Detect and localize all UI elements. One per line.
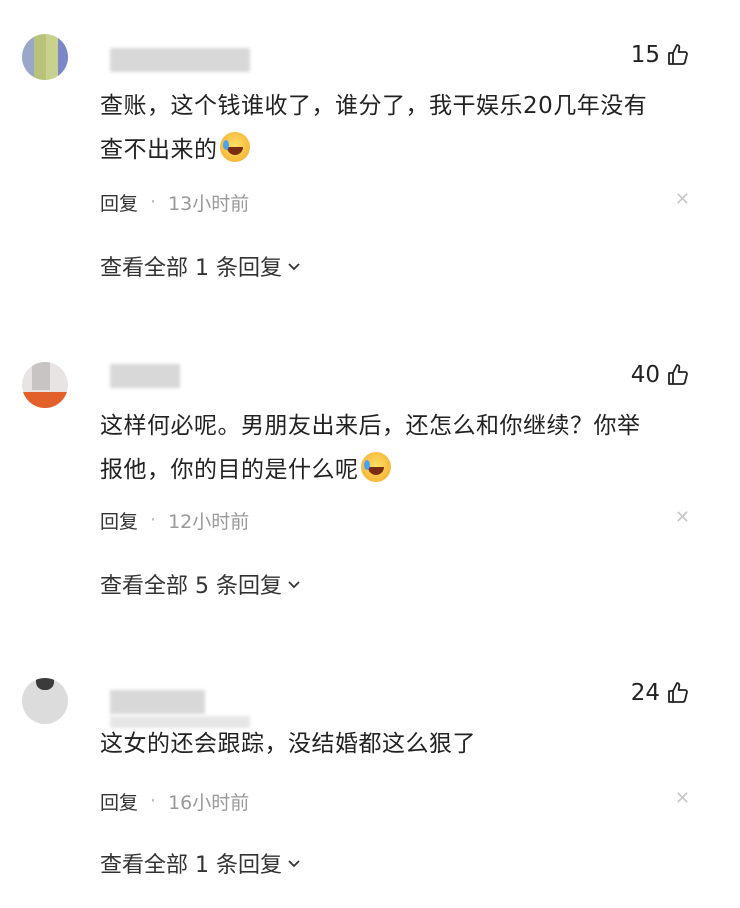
comment-line: 这样何必呢。男朋友出来后，还怎么和你继续？你举 xyxy=(100,413,641,439)
laughing-crying-emoji-icon xyxy=(360,452,391,482)
like-button[interactable]: 24 xyxy=(631,678,690,708)
username-redacted[interactable] xyxy=(110,48,250,72)
comment-meta: 回复 · 12小时前 ✕ xyxy=(100,505,690,535)
view-all-label: 查看全部 1 条回复 xyxy=(100,256,282,281)
like-count: 40 xyxy=(630,362,660,388)
view-all-label: 查看全部 1 条回复 xyxy=(100,853,282,878)
close-icon[interactable]: ✕ xyxy=(675,788,690,809)
comment-text: 这样何必呢。男朋友出来后，还怎么和你继续？你举 报他，你的目的是什么呢 xyxy=(100,404,700,492)
reply-button[interactable]: 回复 xyxy=(100,189,138,216)
thumbs-up-icon xyxy=(668,682,688,703)
username-redacted[interactable] xyxy=(110,690,205,714)
chevron-down-icon xyxy=(288,263,300,271)
comment-text: 查账，这个钱谁收了，谁分了，我干娱乐20几年没有 查不出来的 xyxy=(100,84,700,172)
like-count: 24 xyxy=(630,680,660,706)
meta-separator: · xyxy=(150,509,157,531)
comment-line: 这女的还会跟踪，没结婚都这么狠了 xyxy=(100,731,476,757)
timestamp: 16小时前 xyxy=(168,791,250,814)
chevron-down-icon xyxy=(288,860,300,868)
timestamp: 13小时前 xyxy=(168,192,250,215)
meta-separator: · xyxy=(150,790,157,812)
comment-text: 这女的还会跟踪，没结婚都这么狠了 xyxy=(100,722,700,766)
meta-separator: · xyxy=(150,191,157,213)
comment-line-last: 报他，你的目的是什么呢 xyxy=(100,448,700,492)
username-redacted[interactable] xyxy=(110,364,180,388)
view-all-replies-button[interactable]: 查看全部 1 条回复 xyxy=(100,249,302,283)
thumbs-up-icon xyxy=(668,364,688,385)
view-all-replies-button[interactable]: 查看全部 5 条回复 xyxy=(100,567,302,601)
like-count: 15 xyxy=(630,42,660,68)
comment-meta: 回复 · 16小时前 ✕ xyxy=(100,786,690,816)
comment-meta: 回复 · 13小时前 ✕ xyxy=(100,187,690,217)
reply-button[interactable]: 回复 xyxy=(100,788,138,815)
laughing-crying-emoji-icon xyxy=(219,132,250,162)
avatar[interactable] xyxy=(22,362,68,408)
like-button[interactable]: 40 xyxy=(631,360,690,390)
avatar[interactable] xyxy=(22,678,68,724)
comment-line-last: 查不出来的 xyxy=(100,128,700,172)
thumbs-up-icon xyxy=(668,44,688,65)
like-button[interactable]: 15 xyxy=(631,40,690,70)
chevron-down-icon xyxy=(288,581,300,589)
close-icon[interactable]: ✕ xyxy=(675,189,690,210)
view-all-replies-button[interactable]: 查看全部 1 条回复 xyxy=(100,846,302,880)
timestamp: 12小时前 xyxy=(168,510,250,533)
avatar[interactable] xyxy=(22,34,68,80)
close-icon[interactable]: ✕ xyxy=(675,507,690,528)
reply-button[interactable]: 回复 xyxy=(100,507,138,534)
comment-line: 查账，这个钱谁收了，谁分了，我干娱乐20几年没有 xyxy=(100,93,648,119)
view-all-label: 查看全部 5 条回复 xyxy=(100,574,282,599)
